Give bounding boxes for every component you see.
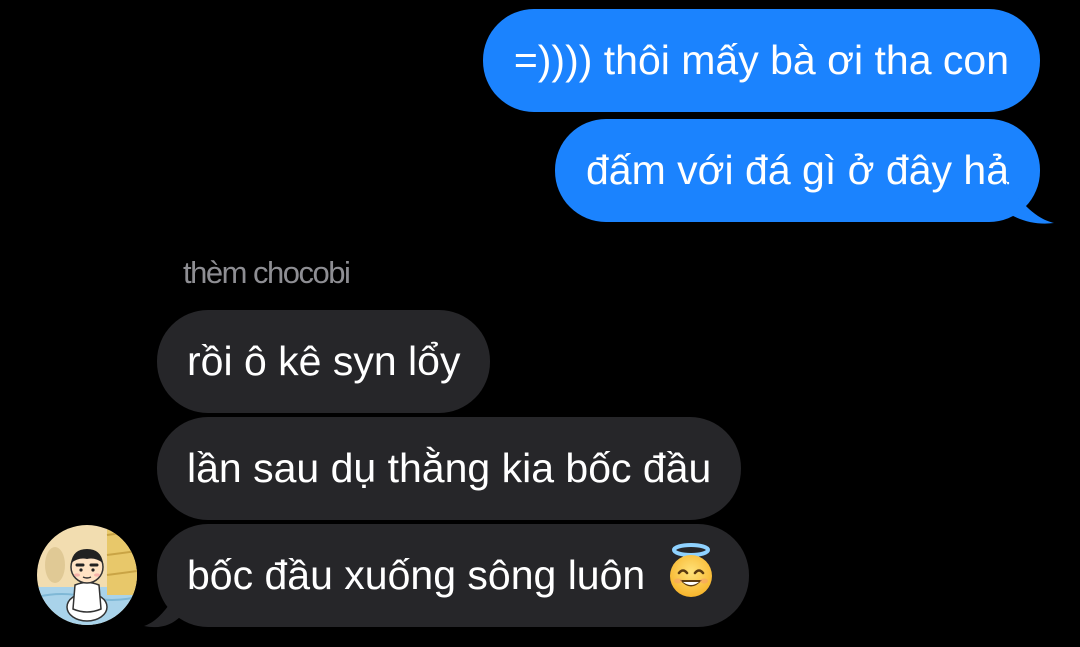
message-text: đấm với đá gì ở đây hả [586, 147, 1009, 193]
message-text: lần sau dụ thằng kia bốc đầu [187, 445, 712, 491]
outgoing-message-bubble[interactable]: đấm với đá gì ở đây hả [555, 119, 1040, 222]
outgoing-bubble-tail [1006, 182, 1054, 224]
sender-name: thèm chocobi [183, 255, 351, 290]
incoming-bubble-tail [144, 586, 181, 628]
message-text: =)))) thôi mấy bà ơi tha con [513, 37, 1009, 83]
incoming-message-bubble[interactable]: rồi ô kê syn lổy [157, 310, 491, 413]
outgoing-message-bubble[interactable]: =)))) thôi mấy bà ơi tha con [482, 9, 1040, 112]
sender-avatar[interactable] [37, 525, 137, 625]
message-text: rồi ô kê syn lổy [187, 338, 461, 384]
message-text: bốc đầu xuống sông luôn [187, 552, 646, 598]
incoming-message-bubble[interactable]: lần sau dụ thằng kia bốc đầu [157, 417, 742, 520]
cartoon-character-avatar-icon [37, 525, 137, 625]
smiling-face-with-halo-icon [669, 543, 712, 597]
incoming-message-bubble[interactable]: bốc đầu xuống sông luôn [157, 524, 749, 627]
